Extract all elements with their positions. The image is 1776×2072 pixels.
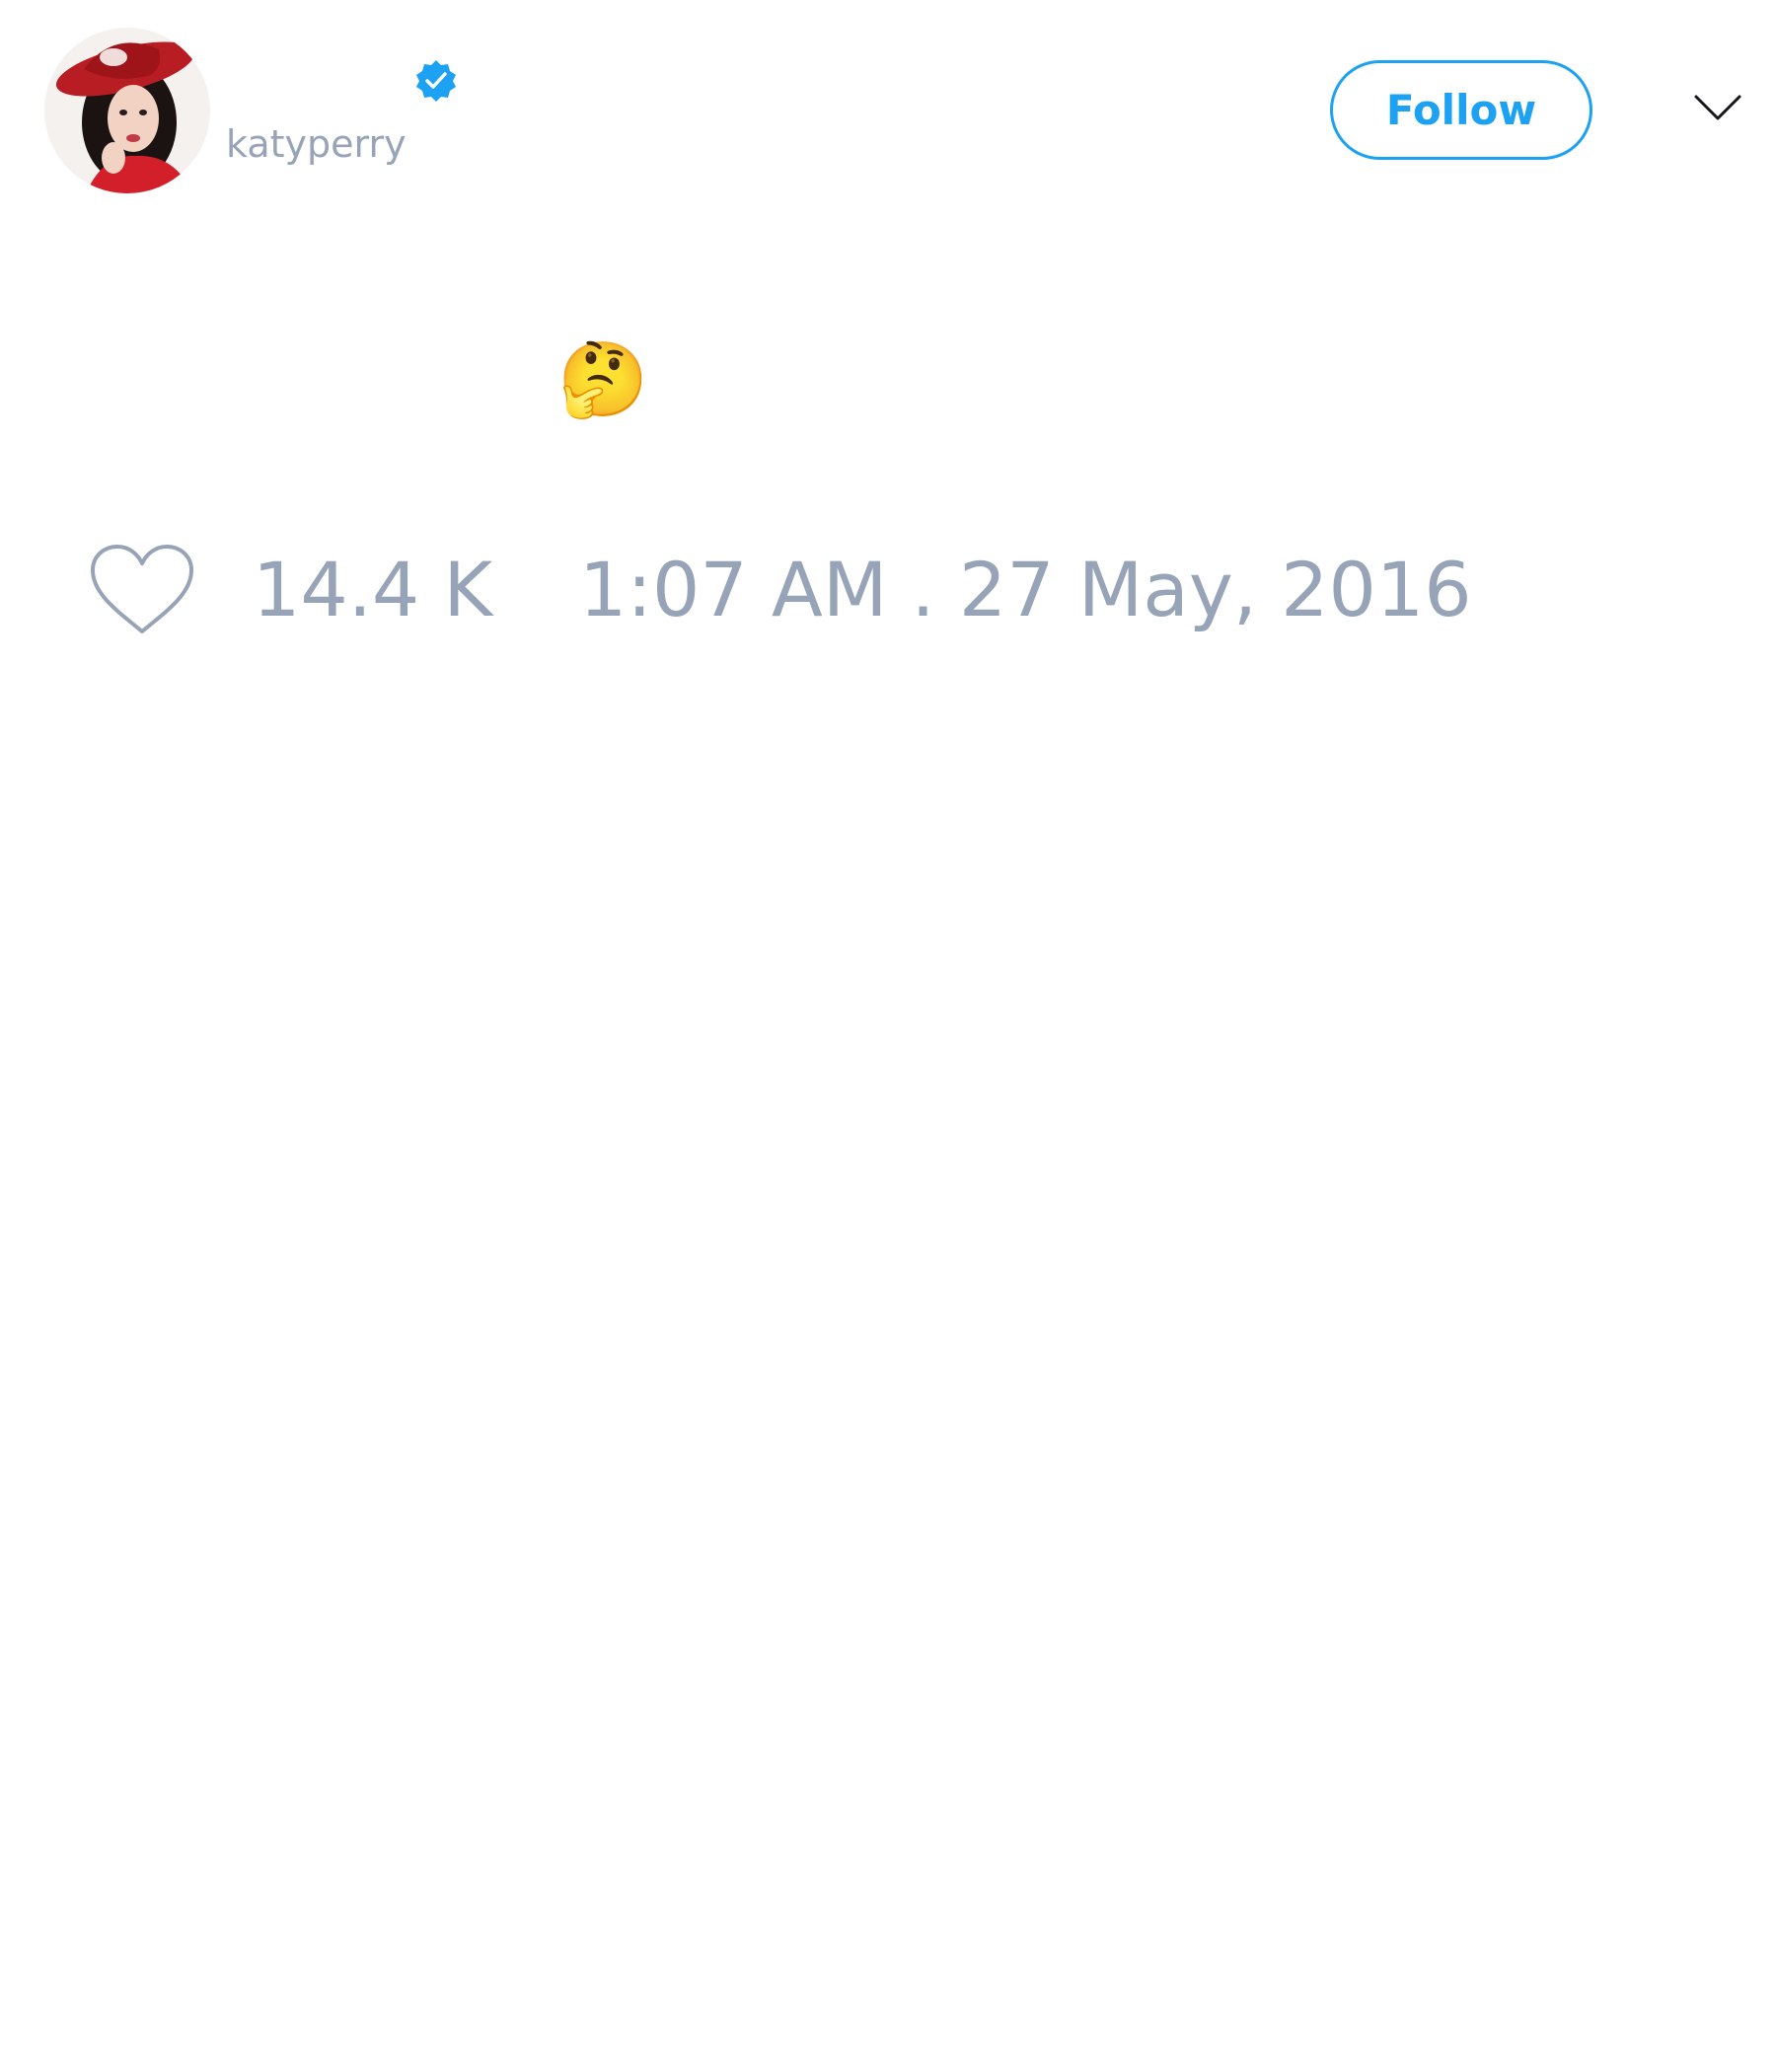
tweet-text: 🤔 bbox=[557, 337, 649, 422]
user-handle[interactable]: katyperry bbox=[226, 125, 407, 163]
tweet-timestamp[interactable]: 1:07 AM . 27 May, 2016 bbox=[579, 553, 1472, 628]
avatar[interactable] bbox=[44, 28, 210, 193]
follow-button[interactable]: Follow bbox=[1330, 60, 1592, 160]
avatar-image bbox=[44, 28, 210, 193]
verified-badge-icon bbox=[416, 60, 456, 102]
like-count: 14.4 K bbox=[253, 546, 493, 633]
chevron-down-icon[interactable] bbox=[1693, 91, 1742, 124]
tweet-card: katyperry Follow 🤔 14.4 K 1:07 AM . 27 M… bbox=[0, 0, 1776, 2072]
heart-icon[interactable] bbox=[89, 543, 195, 637]
